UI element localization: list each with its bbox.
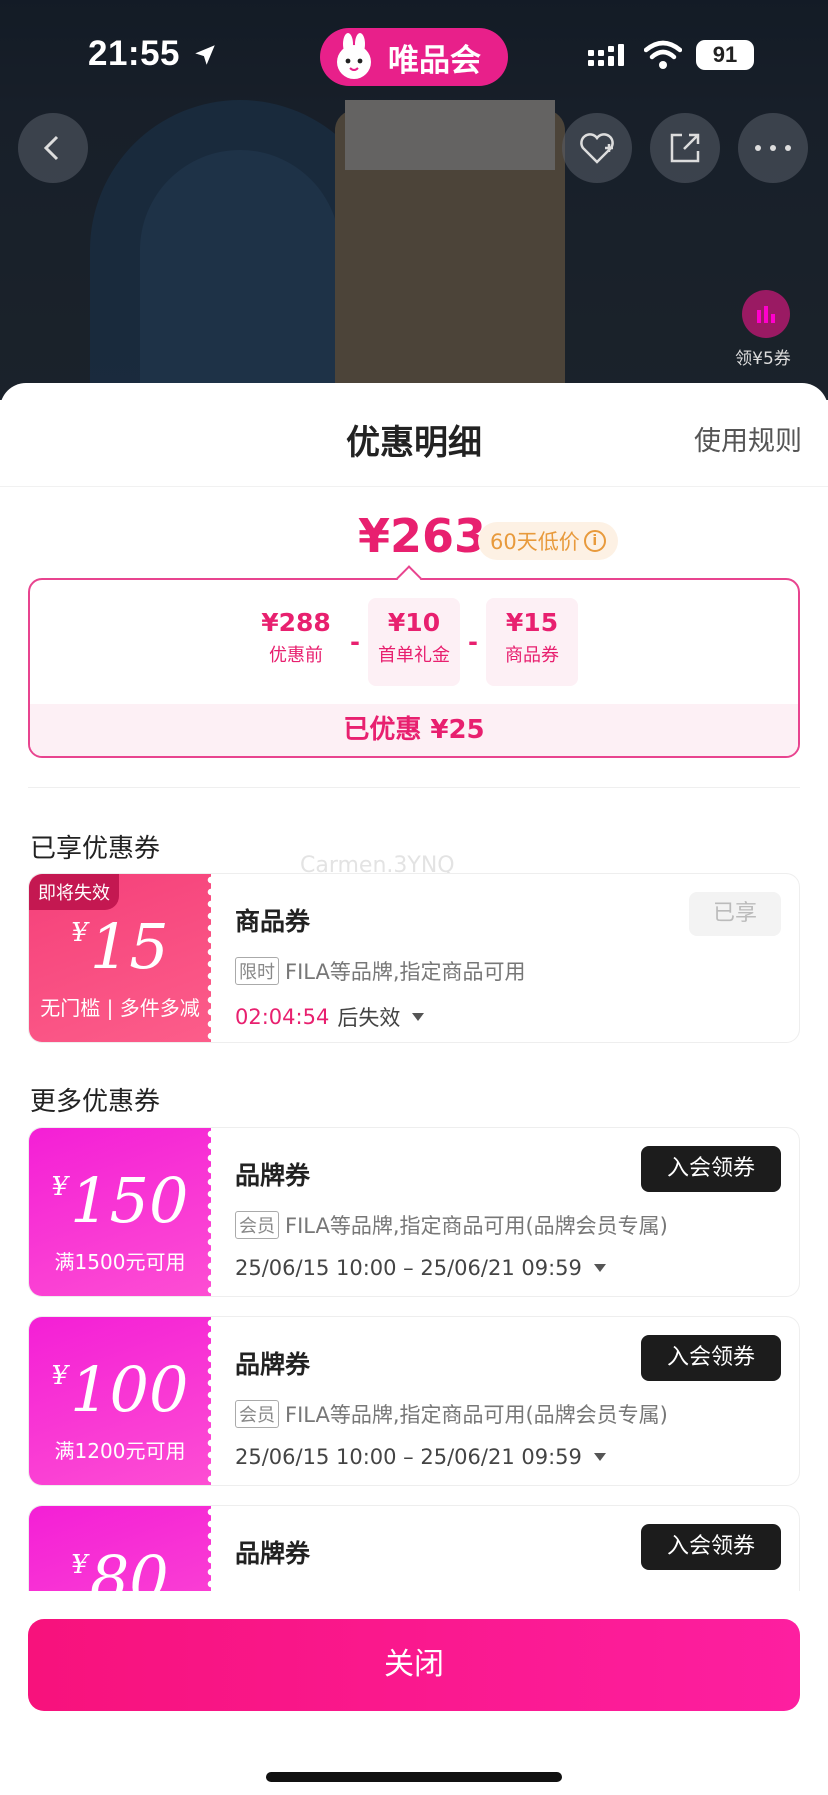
breakdown-value: ¥288 — [261, 608, 331, 637]
coupon-validity[interactable]: 25/06/15 10:00 – 25/06/21 09:59 — [235, 1256, 606, 1280]
back-arrow-icon — [43, 135, 59, 161]
validity-text: 25/06/15 10:00 – 25/06/21 09:59 — [235, 1445, 582, 1469]
claimed-coupon[interactable]: 即将失效 ¥15 无门槛 | 多件多减 商品券 已享 限时 FILA等品牌,指定… — [28, 873, 800, 1043]
divider — [28, 787, 800, 788]
coupon-title: 品牌券 — [235, 1539, 311, 1568]
signal-icon — [588, 44, 624, 66]
countdown-suffix: 后失效 — [337, 1006, 401, 1030]
coupon-condition: 满1500元可用 — [54, 1250, 186, 1274]
coupon-description: 会员 FILA等品牌,指定商品可用(品牌会员专属) — [235, 1210, 668, 1240]
coupon-description-text: FILA等品牌,指定商品可用(品牌会员专属) — [285, 1403, 668, 1427]
share-icon — [670, 133, 700, 163]
home-indicator[interactable] — [266, 1772, 562, 1782]
coupon-title: 商品券 — [235, 907, 311, 936]
status-bar: 21:55 唯品会 91 — [0, 0, 828, 110]
caret-down-icon — [593, 1264, 606, 1272]
total-saved: 已优惠 ¥25 — [30, 704, 798, 756]
chart-bars-icon — [742, 290, 790, 338]
brand-coupon[interactable]: ¥150 满1500元可用 品牌券 入会领券 会员 FILA等品牌,指定商品可用… — [28, 1127, 800, 1297]
yen-sign: ¥ — [71, 918, 88, 948]
claimed-status-button[interactable]: 已享 — [689, 892, 781, 936]
brand-pill: 唯品会 — [320, 28, 508, 86]
info-icon: i — [583, 530, 606, 552]
favorite-button[interactable] — [562, 113, 632, 183]
more-section-title: 更多优惠券 — [30, 1087, 161, 1117]
yen-sign: ¥ — [51, 1172, 69, 1202]
brand-name: 唯品会 — [388, 42, 481, 79]
breakdown-item-original: ¥288 优惠前 — [250, 598, 342, 686]
coupon-description: 限时 FILA等品牌,指定商品可用 — [235, 956, 526, 986]
coupon-value-panel: ¥100 满1200元可用 — [29, 1317, 216, 1485]
coupon-tag: 会员 — [235, 1400, 279, 1428]
expire-soon-tag: 即将失效 — [29, 874, 119, 910]
back-button[interactable] — [18, 113, 88, 183]
coupon-amount: ¥100 — [29, 1353, 211, 1426]
more-icon — [755, 145, 791, 151]
brand-coupon[interactable]: ¥100 满1200元可用 品牌券 入会领券 会员 FILA等品牌,指定商品可用… — [28, 1316, 800, 1486]
coupon-expiry[interactable]: 02:04:54 后失效 — [235, 1002, 425, 1032]
battery-level: 91 — [712, 42, 738, 67]
caret-down-icon — [593, 1453, 606, 1461]
minus-operator: - — [350, 628, 360, 656]
coupon-description-text: FILA等品牌,指定商品可用(品牌会员专属) — [285, 1214, 668, 1238]
validity-text: 25/06/15 10:00 – 25/06/21 09:59 — [235, 1256, 582, 1280]
countdown-timer: 02:04:54 — [235, 1005, 330, 1029]
coupon-amount-value: 15 — [89, 910, 169, 983]
coupon-amount: ¥150 — [29, 1164, 211, 1237]
coupon-tag: 限时 — [235, 957, 279, 985]
yen-sign: ¥ — [51, 1361, 69, 1391]
claimed-section-title: 已享优惠券 — [30, 834, 161, 864]
breakdown-item-first-order-gift: ¥10 首单礼金 — [368, 598, 460, 686]
breakdown-items: ¥288 优惠前 - ¥10 首单礼金 - ¥15 商品券 — [30, 598, 798, 686]
battery-icon: 91 — [696, 40, 754, 70]
breakdown-label: 优惠前 — [269, 645, 323, 666]
coupon-description: 会员 FILA等品牌,指定商品可用(品牌会员专属) — [235, 1399, 668, 1429]
sheet-header: 优惠明细 使用规则 — [0, 383, 828, 487]
coupon-value-panel: ¥150 满1500元可用 — [29, 1128, 216, 1296]
bottom-action-area: 关闭 — [0, 1591, 828, 1795]
coupon-validity[interactable]: 25/06/15 10:00 – 25/06/21 09:59 — [235, 1445, 606, 1469]
wifi-icon — [644, 40, 682, 69]
coupon-amount-value: 150 — [70, 1164, 189, 1237]
status-time: 21:55 — [88, 34, 181, 73]
breakdown-value: ¥10 — [387, 608, 441, 637]
usage-rules-link[interactable]: 使用规则 — [694, 419, 802, 458]
coupon-condition: 无门槛 | 多件多减 — [40, 996, 200, 1020]
coupon-amount: ¥15 — [29, 910, 211, 983]
caret-down-icon — [412, 1013, 425, 1021]
coupon-value-panel: 即将失效 ¥15 无门槛 | 多件多减 — [29, 874, 216, 1042]
low-price-badge[interactable]: 60天低价 i — [478, 522, 618, 560]
yen-sign: ¥ — [71, 1550, 88, 1580]
more-button[interactable] — [738, 113, 808, 183]
coupon-amount-value: 100 — [70, 1353, 189, 1426]
join-claim-button[interactable]: 入会领券 — [641, 1335, 781, 1381]
location-arrow-icon — [195, 45, 215, 65]
close-button[interactable]: 关闭 — [28, 1619, 800, 1711]
join-claim-button[interactable]: 入会领券 — [641, 1524, 781, 1570]
share-button[interactable] — [650, 113, 720, 183]
coupon-description-text: FILA等品牌,指定商品可用 — [285, 960, 526, 984]
final-price: ¥263 — [358, 509, 487, 563]
heart-add-icon — [580, 133, 614, 164]
floating-coupon-label: 领¥5券 — [735, 349, 791, 369]
coupon-title: 品牌券 — [235, 1350, 311, 1379]
minus-operator: - — [468, 628, 478, 656]
breakdown-value: ¥15 — [505, 608, 559, 637]
coupon-tag: 会员 — [235, 1211, 279, 1239]
join-claim-button[interactable]: 入会领券 — [641, 1146, 781, 1192]
price-breakdown: ¥288 优惠前 - ¥10 首单礼金 - ¥15 商品券 已优惠 ¥25 — [28, 578, 800, 758]
breakdown-item-product-coupon: ¥15 商品券 — [486, 598, 578, 686]
discount-detail-sheet: 优惠明细 使用规则 ¥263 60天低价 i ¥288 优惠前 - ¥10 首单… — [0, 383, 828, 1795]
coupon-condition: 满1200元可用 — [54, 1439, 186, 1463]
low-price-badge-label: 60天低价 — [490, 530, 580, 554]
coupon-title: 品牌券 — [235, 1161, 311, 1190]
brand-mascot-icon — [337, 33, 371, 79]
breakdown-label: 首单礼金 — [378, 645, 450, 666]
breakdown-label: 商品券 — [505, 645, 559, 666]
